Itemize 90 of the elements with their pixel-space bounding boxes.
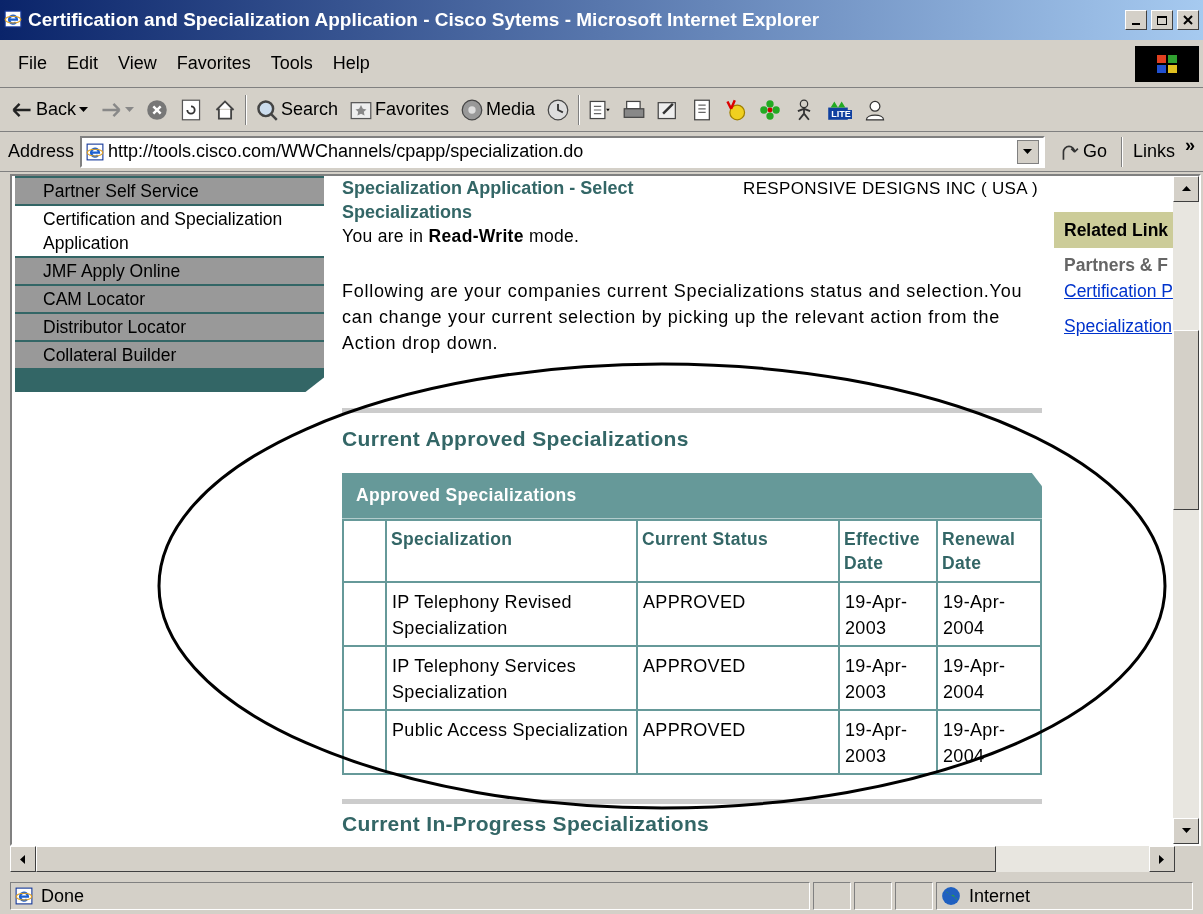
maximize-icon (1157, 15, 1167, 25)
page-icon (15, 887, 33, 905)
section-title: Current In-Progress Specializations (342, 810, 711, 837)
menu-item[interactable]: File (8, 50, 57, 77)
dropdown-button[interactable] (1016, 139, 1039, 164)
toolbar-button[interactable]: LITE (824, 92, 855, 127)
stop-icon (146, 98, 169, 121)
table-cell: APPROVED (637, 645, 839, 710)
search-icon (256, 98, 279, 121)
minimize-button[interactable] (1125, 10, 1147, 30)
print-icon (623, 98, 646, 121)
refresh-icon (180, 98, 203, 121)
company-name: RESPONSIVE DESIGNS INC ( USA ) (743, 178, 1039, 200)
maximize-button[interactable] (1151, 10, 1173, 30)
zone-text: Internet (969, 884, 1031, 908)
scroll-left-button[interactable] (10, 846, 36, 872)
sidebar-item[interactable]: Certification and Specialization Application (15, 206, 324, 256)
toolbar-button[interactable]: Media (458, 92, 539, 127)
table-cell: IP Telephony Revised Specialization (386, 581, 637, 646)
scroll-right-button[interactable] (1149, 846, 1175, 872)
window-title: Certification and Specialization Application - Cisco Sytems - Microsoft Internet Explorer (28, 7, 821, 32)
minimize-icon (1132, 23, 1140, 25)
status-panel (895, 882, 933, 910)
close-icon (1183, 15, 1193, 25)
address-field[interactable]: http://tools.cisco.com/WWChannels/cpapp/specialization.do (80, 135, 1045, 168)
caret-icon (1023, 148, 1033, 155)
related-link[interactable]: Certification P (1054, 278, 1173, 305)
section-title: Current Approved Specializations (342, 426, 690, 452)
table-cell: 19-Apr-2003 (839, 581, 937, 646)
mode-note: You are in Read-Write mode. (342, 225, 581, 248)
person-icon (863, 98, 886, 121)
toolbar-button[interactable]: Search (253, 92, 342, 127)
table-cell: 19-Apr-2003 (839, 645, 937, 710)
links-button[interactable]: Links (1128, 138, 1179, 165)
address-label: Address (8, 140, 75, 163)
caret-icon (1181, 186, 1191, 192)
related-links-header: Related Link (1054, 212, 1173, 248)
table-caption: Approved Specializations (342, 472, 1042, 519)
chevron-icon[interactable]: » (1185, 132, 1195, 159)
sidebar-item[interactable]: Distributor Locator (15, 314, 324, 340)
menu-item[interactable]: Favorites (166, 50, 261, 77)
menu-item[interactable]: Edit (57, 50, 109, 77)
scroll-thumb[interactable] (1173, 330, 1199, 510)
vertical-scrollbar[interactable] (1173, 176, 1199, 844)
close-button[interactable] (1177, 10, 1199, 30)
scroll-up-button[interactable] (1173, 176, 1199, 202)
menu-item[interactable]: Help (322, 50, 380, 77)
status-panel (813, 882, 851, 910)
sidebar-item[interactable]: CAM Locator (15, 286, 324, 312)
status-text: Done (41, 884, 85, 908)
browser-icon (4, 10, 24, 30)
table-cell: 19-Apr-2003 (839, 709, 937, 774)
column-header: Renewal Date (937, 519, 1041, 582)
table-cell: Public Access Specialization (386, 709, 637, 774)
flower-icon (759, 98, 782, 121)
related-link[interactable]: Specialization (1054, 312, 1173, 339)
caret-icon[interactable] (79, 106, 89, 113)
column-header: Current Status (637, 519, 839, 582)
horizontal-scrollbar[interactable] (10, 846, 1201, 872)
caret-icon (20, 854, 26, 864)
menu-item[interactable]: View (108, 50, 167, 77)
column-header: Effective Date (839, 519, 937, 582)
page-title: Specialization Application - Select Specializations (342, 177, 635, 224)
disc-icon (461, 98, 484, 121)
caret-icon (1159, 854, 1165, 864)
clock-icon (547, 98, 570, 121)
table-cell: APPROVED (637, 581, 839, 646)
links-group-title: Partners & F (1063, 254, 1170, 277)
table-cell: 19-Apr-2004 (937, 581, 1041, 646)
menu-item[interactable]: Tools (260, 50, 323, 77)
table-cell: IP Telephony Services Specialization (386, 645, 637, 710)
page-icon (86, 142, 105, 161)
sidebar-item[interactable]: Collateral Builder (15, 342, 324, 368)
toolbar-button[interactable]: Back (8, 92, 92, 127)
caret-icon (1181, 828, 1191, 834)
sidebar-item[interactable]: Partner Self Service (15, 178, 324, 204)
table-cell: 19-Apr-2004 (937, 645, 1041, 710)
go-button[interactable]: Go (1050, 138, 1115, 165)
status-panel (854, 882, 892, 910)
sidebar-item[interactable]: JMF Apply Online (15, 258, 324, 284)
toolbar-button[interactable]: Favorites (347, 92, 453, 127)
windows-logo (1135, 46, 1199, 82)
column-header: Specialization (386, 519, 637, 582)
document-icon (589, 98, 612, 121)
intro-text: Following are your companies current Specializations status and selection.You can change your current selection by picking up the relevant action from the Action drop down. (342, 280, 1024, 355)
table-cell: APPROVED (637, 709, 839, 774)
globe-icon (941, 886, 961, 906)
home-icon (214, 98, 237, 121)
scroll-thumb[interactable] (36, 846, 996, 872)
scroll-down-button[interactable] (1173, 818, 1199, 844)
